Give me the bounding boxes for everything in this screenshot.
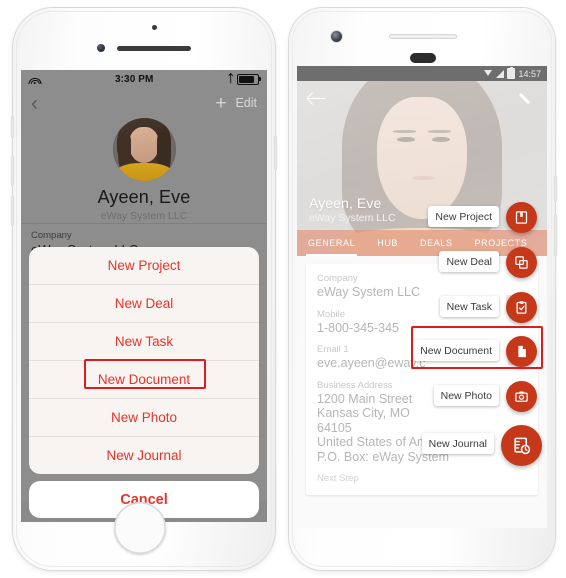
- contact-name: Ayeen, Eve: [309, 195, 382, 211]
- android-volume-rocker[interactable]: [554, 214, 557, 256]
- action-new-document[interactable]: New Document: [29, 361, 259, 399]
- document-icon: [518, 345, 526, 358]
- ios-status-bar: 3:30 PM ᛏ: [21, 70, 267, 88]
- tab-hub[interactable]: HUB: [377, 230, 398, 256]
- android-front-camera: [331, 31, 342, 42]
- field-value[interactable]: 1-800-345-345: [317, 321, 527, 336]
- contact-name: Ayeen, Eve: [97, 187, 191, 207]
- add-icon[interactable]: +: [215, 94, 226, 113]
- field-label: Company: [31, 230, 72, 241]
- wifi-icon: [28, 74, 42, 84]
- tab-general[interactable]: GENERAL: [305, 230, 358, 256]
- iphone-sensor-dot: [152, 25, 157, 30]
- android-sensor-module: [410, 53, 436, 63]
- ios-contact-header: Ayeen, Eve eWay System LLC: [21, 118, 267, 223]
- camera-icon: [515, 391, 528, 402]
- edit-button[interactable]: Edit: [235, 96, 257, 110]
- iphone-volume-up[interactable]: [11, 156, 14, 186]
- copy-icon: [515, 256, 528, 269]
- android-status-bar: 14:57: [297, 66, 547, 81]
- ios-nav-bar: ‹ + Edit: [21, 88, 267, 118]
- iphone-silent-switch[interactable]: [11, 116, 14, 138]
- back-chevron-icon[interactable]: ‹: [31, 93, 38, 114]
- android-detail-card: Company eWay System LLC Mobile 1-800-345…: [306, 264, 538, 495]
- bluetooth-icon: ᛏ: [227, 72, 234, 85]
- android-contact-title: Ayeen, Eve eWay System LLC: [309, 195, 396, 224]
- fab-label-new-document[interactable]: New Document: [413, 340, 499, 361]
- iphone-screen: 3:30 PM ᛏ ‹ + Edit Ayeen, Eve eWay Syste…: [21, 70, 267, 522]
- ios-status-time: 3:30 PM: [114, 73, 154, 85]
- contact-company: eWay System LLC: [100, 210, 188, 222]
- android-earpiece-speaker: [389, 34, 457, 39]
- android-app-bar: [297, 81, 547, 115]
- android-screen: 14:57 Ayeen, Eve eWay System LLC GENERAL…: [297, 66, 547, 528]
- android-device: 14:57 Ayeen, Eve eWay System LLC GENERAL…: [289, 8, 557, 570]
- battery-icon: [237, 73, 261, 85]
- back-arrow-icon[interactable]: [308, 92, 325, 105]
- field-label-next-step: Next Step: [317, 473, 359, 484]
- fab-label-new-photo[interactable]: New Photo: [433, 385, 499, 406]
- contact-company: eWay System LLC: [309, 212, 396, 224]
- iphone-power-button[interactable]: [274, 136, 277, 170]
- ios-action-sheet: New Project New Deal New Task New Docume…: [29, 247, 259, 518]
- fab-label-new-task[interactable]: New Task: [439, 296, 499, 317]
- book-icon: [515, 211, 528, 224]
- fab-new-journal[interactable]: [501, 425, 542, 466]
- iphone-volume-down[interactable]: [11, 196, 14, 226]
- field-label: Company: [317, 273, 358, 284]
- fab-new-deal[interactable]: [506, 247, 537, 278]
- iphone-front-camera: [97, 44, 105, 52]
- fab-label-new-project[interactable]: New Project: [428, 206, 499, 227]
- wifi-icon: [484, 69, 493, 78]
- fab-new-photo[interactable]: [506, 381, 537, 412]
- iphone-earpiece-speaker: [117, 46, 191, 51]
- avatar: [112, 118, 176, 181]
- ios-nav-actions: + Edit: [215, 94, 257, 113]
- action-new-deal[interactable]: New Deal: [29, 285, 259, 323]
- fab-label-new-journal[interactable]: New Journal: [421, 433, 494, 454]
- action-new-project[interactable]: New Project: [29, 247, 259, 285]
- signal-icon: [496, 69, 505, 78]
- fab-new-task[interactable]: [506, 292, 537, 323]
- action-new-photo[interactable]: New Photo: [29, 399, 259, 437]
- battery-icon: [507, 66, 516, 79]
- fab-new-project[interactable]: [506, 202, 537, 233]
- screenshot-stage: 3:30 PM ᛏ ‹ + Edit Ayeen, Eve eWay Syste…: [0, 0, 566, 578]
- fab-new-document[interactable]: [506, 336, 537, 367]
- android-status-time: 14:57: [518, 68, 541, 79]
- action-new-journal[interactable]: New Journal: [29, 437, 259, 474]
- action-sheet-options: New Project New Deal New Task New Docume…: [29, 247, 259, 474]
- android-contact-header: Ayeen, Eve eWay System LLC GENERAL HUB D…: [297, 81, 547, 256]
- iphone-home-button[interactable]: [114, 502, 166, 554]
- pencil-icon[interactable]: [521, 91, 536, 106]
- android-power-button[interactable]: [554, 176, 557, 202]
- clipboard-check-icon: [516, 301, 527, 314]
- iphone-device: 3:30 PM ᛏ ‹ + Edit Ayeen, Eve eWay Syste…: [11, 8, 277, 570]
- action-new-task[interactable]: New Task: [29, 323, 259, 361]
- fab-label-new-deal[interactable]: New Deal: [439, 251, 499, 272]
- journal-clock-icon: [514, 437, 531, 455]
